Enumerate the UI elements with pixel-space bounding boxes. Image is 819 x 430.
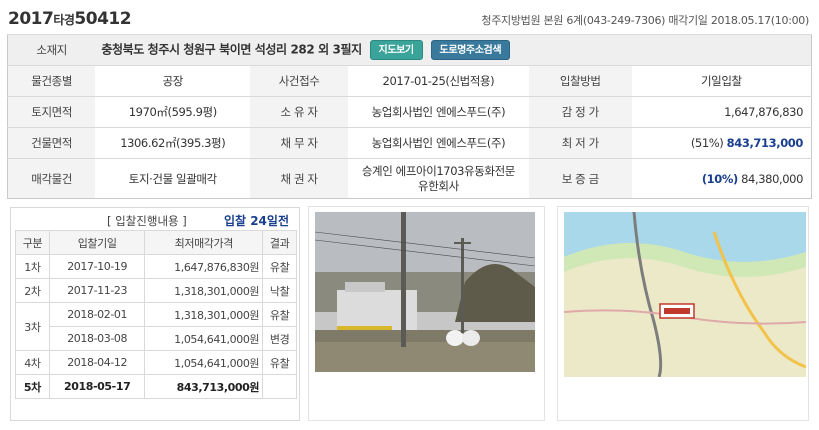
bid-method-label: 입찰방법 [528,65,632,97]
court-info: 청주지방법원 본원 6계(043-249-7306) 매각기일 2018.05.… [481,14,809,27]
info-row: 물건종별 공장 사건접수 2017-01-25(신법적용) 입찰방법 기일입찰 [7,65,812,97]
case-number: 2017타경50412 [8,9,132,29]
property-type-value: 공장 [95,65,251,97]
owner-label: 소 유 자 [250,96,348,128]
property-photo-image [315,212,535,372]
property-photo[interactable] [315,212,535,372]
location-row: 소재지 충청북도 청주시 청원구 북이면 석성리 282 외 3필지 지도보기 … [7,34,812,66]
road-address-search-button[interactable]: 도로명주소검색 [430,40,511,60]
minimum-price-value: 843,713,000 [726,136,804,150]
col-result: 결과 [262,230,297,255]
bid-date: 2017-10-19 [48,254,146,279]
location-map[interactable] [564,212,806,377]
bid-date: 2018-05-17 [48,374,146,399]
deposit-cell: (10%) 84,380,000 [631,158,812,199]
sale-items-label: 매각물건 [7,158,96,199]
location-label: 소재지 [7,34,96,66]
bid-progress-panel: [ 입찰진행내용 ] 입찰 24일전 구분 입찰기일 최저매각가격 결과 1차 … [10,207,300,421]
bid-date: 2017-11-23 [48,278,146,303]
case-received-value: 2017-01-25(신법적용) [347,65,529,97]
bid-row: 2018-03-08 1,054,641,000원 변경 [16,326,297,351]
case-type: 타경 [53,13,75,27]
col-date: 입찰기일 [48,230,146,255]
minimum-price-cell: (51%) 843,713,000 [631,127,812,159]
bid-result: 유찰 [262,302,297,327]
debtor-label: 채 무 자 [250,127,348,159]
deposit-label: 보 증 금 [528,158,632,199]
info-row: 토지면적 1970㎡(595.9평) 소 유 자 농업회사법인 엔에스푸드(주)… [7,96,812,128]
bid-result [262,374,297,399]
creditor-line-1: 승계인 에프아이1703유동화전문 [361,163,515,178]
bid-table-header: 구분 입찰기일 최저매각가격 결과 [15,230,297,255]
land-area-value: 1970㎡(595.9평) [95,96,251,128]
creditor-label: 채 권 자 [250,158,348,199]
bid-row: 1차 2017-10-19 1,647,876,830원 유찰 [15,254,297,279]
building-area-label: 건물면적 [7,127,96,159]
location-map-image [564,212,806,377]
bid-days-remaining: 입찰 24일전 [223,214,289,228]
bid-date: 2018-03-08 [48,326,146,351]
bid-round: 3차 [15,302,50,351]
bid-row: 4차 2018-04-12 1,054,641,000원 유찰 [15,350,297,375]
owner-value: 농업회사법인 엔에스푸드(주) [347,96,529,128]
bid-round: 2차 [15,278,50,303]
case-year: 2017 [8,9,54,29]
address-text: 충청북도 청주시 청원구 북이면 석성리 282 외 3필지 [101,42,362,57]
sale-items-value: 토지·건물 일괄매각 [95,158,251,199]
bid-round: 4차 [15,350,50,375]
bid-price: 1,318,301,000원 [144,278,264,303]
info-row: 건물면적 1306.62㎡(395.3평) 채 무 자 농업회사법인 엔에스푸드… [7,127,812,159]
bid-date: 2018-02-01 [48,302,146,327]
bid-price: 1,054,641,000원 [144,350,264,375]
bid-row-current: 5차 2018-05-17 843,713,000원 [15,374,297,399]
building-area-value: 1306.62㎡(395.3평) [95,127,251,159]
bid-date: 2018-04-12 [48,350,146,375]
bid-history-table: 구분 입찰기일 최저매각가격 결과 1차 2017-10-19 1,647,87… [15,230,297,399]
bid-result: 낙찰 [262,278,297,303]
minimum-price-percent: (51%) [690,136,724,150]
map-view-button[interactable]: 지도보기 [369,40,423,60]
bid-price: 1,647,876,830원 [144,254,264,279]
case-serial: 50412 [74,9,132,29]
col-price: 최저매각가격 [144,230,264,255]
appraisal-value: 1,647,876,830 [631,96,812,128]
bid-method-value: 기일입찰 [631,65,812,97]
bid-row: 3차 2018-02-01 1,318,301,000원 유찰 [15,302,297,351]
bid-price: 1,318,301,000원 [144,302,264,327]
property-type-label: 물건종별 [7,65,96,97]
address-cell: 충청북도 청주시 청원구 북이면 석성리 282 외 3필지 지도보기 도로명주… [95,34,812,66]
bid-price: 1,054,641,000원 [144,326,264,351]
land-area-label: 토지면적 [7,96,96,128]
appraisal-label: 감 정 가 [528,96,632,128]
bid-result: 변경 [262,326,297,351]
minimum-price-label: 최 저 가 [528,127,632,159]
bid-round: 5차 [15,374,50,399]
debtor-value: 농업회사법인 엔에스푸드(주) [347,127,529,159]
case-received-label: 사건접수 [250,65,348,97]
bid-result: 유찰 [262,254,297,279]
creditor-value: 승계인 에프아이1703유동화전문 유한회사 [347,158,529,199]
info-row: 매각물건 토지·건물 일괄매각 채 권 자 승계인 에프아이1703유동화전문 유… [7,158,812,199]
creditor-line-2: 유한회사 [418,178,459,193]
deposit-percent: (10%) [701,171,738,186]
property-info-table: 소재지 충청북도 청주시 청원구 북이면 석성리 282 외 3필지 지도보기 … [7,34,812,199]
bid-row: 2차 2017-11-23 1,318,301,000원 낙찰 [15,278,297,303]
bid-result: 유찰 [262,350,297,375]
bid-price: 843,713,000원 [144,374,264,399]
page-header: 2017타경50412 청주지방법원 본원 6계(043-249-7306) 매… [0,0,819,36]
deposit-value: 84,380,000 [741,171,803,186]
bid-round: 1차 [15,254,50,279]
col-round: 구분 [15,230,50,255]
bid-progress-title: [ 입찰진행내용 ] [107,214,187,228]
